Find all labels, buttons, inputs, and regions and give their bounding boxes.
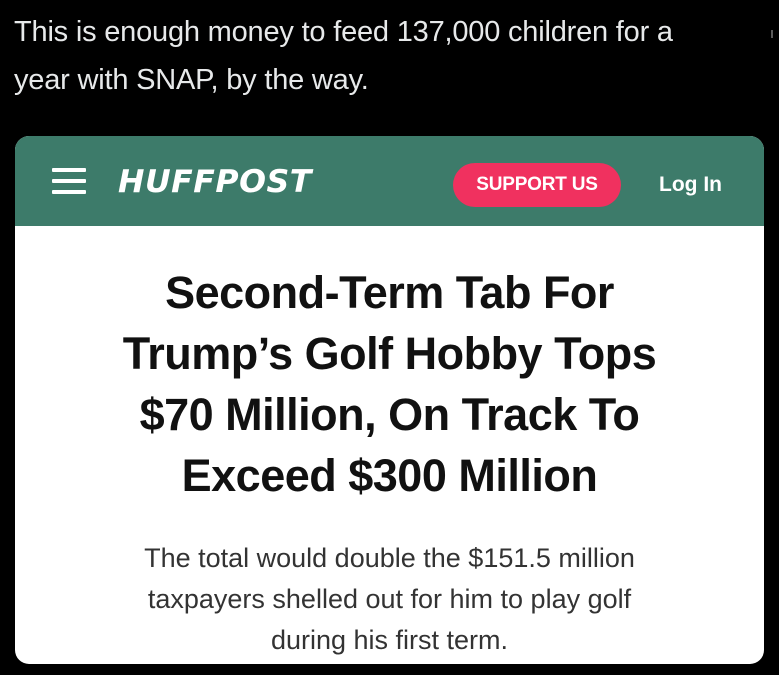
headline-line: Exceed $300 Million (181, 450, 598, 501)
huffpost-header: HUFFPOST SUPPORT US Log In (15, 136, 764, 226)
tweet-text-line: This is enough money to feed 137,000 chi… (14, 16, 673, 48)
tweet-text: This is enough money to feed 137,000 chi… (14, 8, 764, 104)
subhead-line: during his first term. (270, 625, 509, 655)
article-headline: Second-Term Tab For Trump’s Golf Hobby T… (15, 262, 764, 506)
huffpost-logo: HUFFPOST (118, 164, 312, 200)
headline-line: $70 Million, On Track To (139, 389, 640, 440)
article-subhead: The total would double the $151.5 millio… (15, 538, 764, 661)
headline-line: Trump’s Golf Hobby Tops (122, 328, 657, 379)
headline-line: Second-Term Tab For (165, 267, 614, 318)
subhead-line: The total would double the $151.5 millio… (144, 543, 635, 573)
article-card-image[interactable]: HUFFPOST SUPPORT US Log In Second-Term T… (15, 136, 764, 664)
tweet-text-line: year with SNAP, by the way. (14, 64, 369, 96)
edge-mark (771, 30, 773, 38)
log-in-link: Log In (659, 173, 722, 196)
subhead-line: taxpayers shelled out for him to play go… (147, 584, 632, 614)
support-us-button: SUPPORT US (453, 163, 621, 207)
hamburger-menu-icon (52, 168, 86, 194)
